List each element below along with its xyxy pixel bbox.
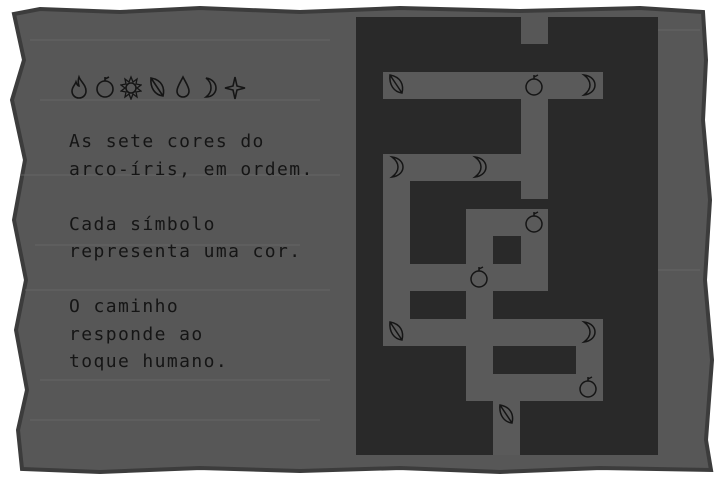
path-segment[interactable] <box>383 72 603 99</box>
clue-paragraph-2: Cada símbolo representa uma cor. <box>69 213 302 263</box>
symbol-legend <box>68 74 246 101</box>
leaf-icon <box>146 74 168 100</box>
path-segment[interactable] <box>383 319 603 346</box>
clue-paragraph-1: As sete cores do arco-íris, em ordem. <box>69 131 314 180</box>
sun-icon <box>119 74 143 101</box>
moon-icon <box>198 74 220 100</box>
clue-paragraph-3: O caminho responde ao toque humano. <box>69 296 229 372</box>
maze-gap-top <box>521 17 548 44</box>
clue-text: As sete cores do arco-íris, em ordem. Ca… <box>69 128 339 376</box>
star-icon <box>224 74 246 100</box>
orange-icon <box>94 74 116 100</box>
flame-icon <box>68 74 90 100</box>
drop-icon <box>172 74 194 100</box>
maze-board <box>356 17 658 455</box>
path-segment[interactable] <box>383 154 410 346</box>
